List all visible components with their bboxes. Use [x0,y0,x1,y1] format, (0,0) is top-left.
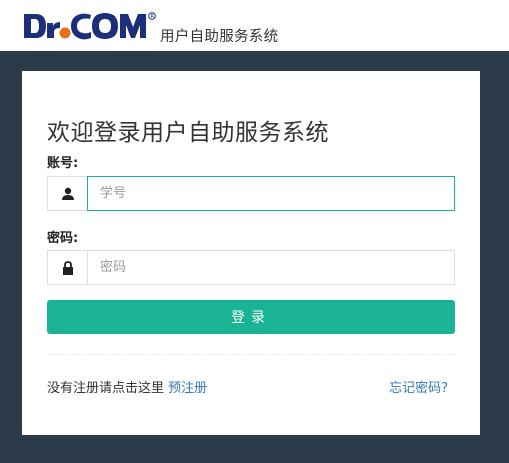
top-header: R 用户自助服务系统 [0,0,509,51]
account-label: 账号: [47,156,79,171]
drcom-logo: R [24,12,156,40]
account-input-group [47,176,455,211]
login-title: 欢迎登录用户自助服务系统 [47,120,329,146]
register-prompt-text: 没有注册请点击这里 [47,381,165,396]
user-icon [47,176,87,211]
account-input[interactable] [87,176,455,211]
password-input-group [47,250,455,285]
brand-name: 用户自助服务系统 [160,29,279,45]
divider [47,354,455,355]
forgot-password-link[interactable]: 忘记密码? [389,377,448,396]
lock-icon [47,250,87,285]
password-label: 密码: [47,231,79,246]
login-card: 欢迎登录用户自助服务系统 账号: 密码: 登录 没有注册请点击这里 预注册 忘记… [22,71,480,435]
register-prompt: 没有注册请点击这里 预注册 [47,377,207,396]
password-input[interactable] [87,250,455,285]
pre-register-link[interactable]: 预注册 [168,381,207,396]
svg-text:R: R [151,14,155,20]
login-button[interactable]: 登录 [47,300,455,334]
